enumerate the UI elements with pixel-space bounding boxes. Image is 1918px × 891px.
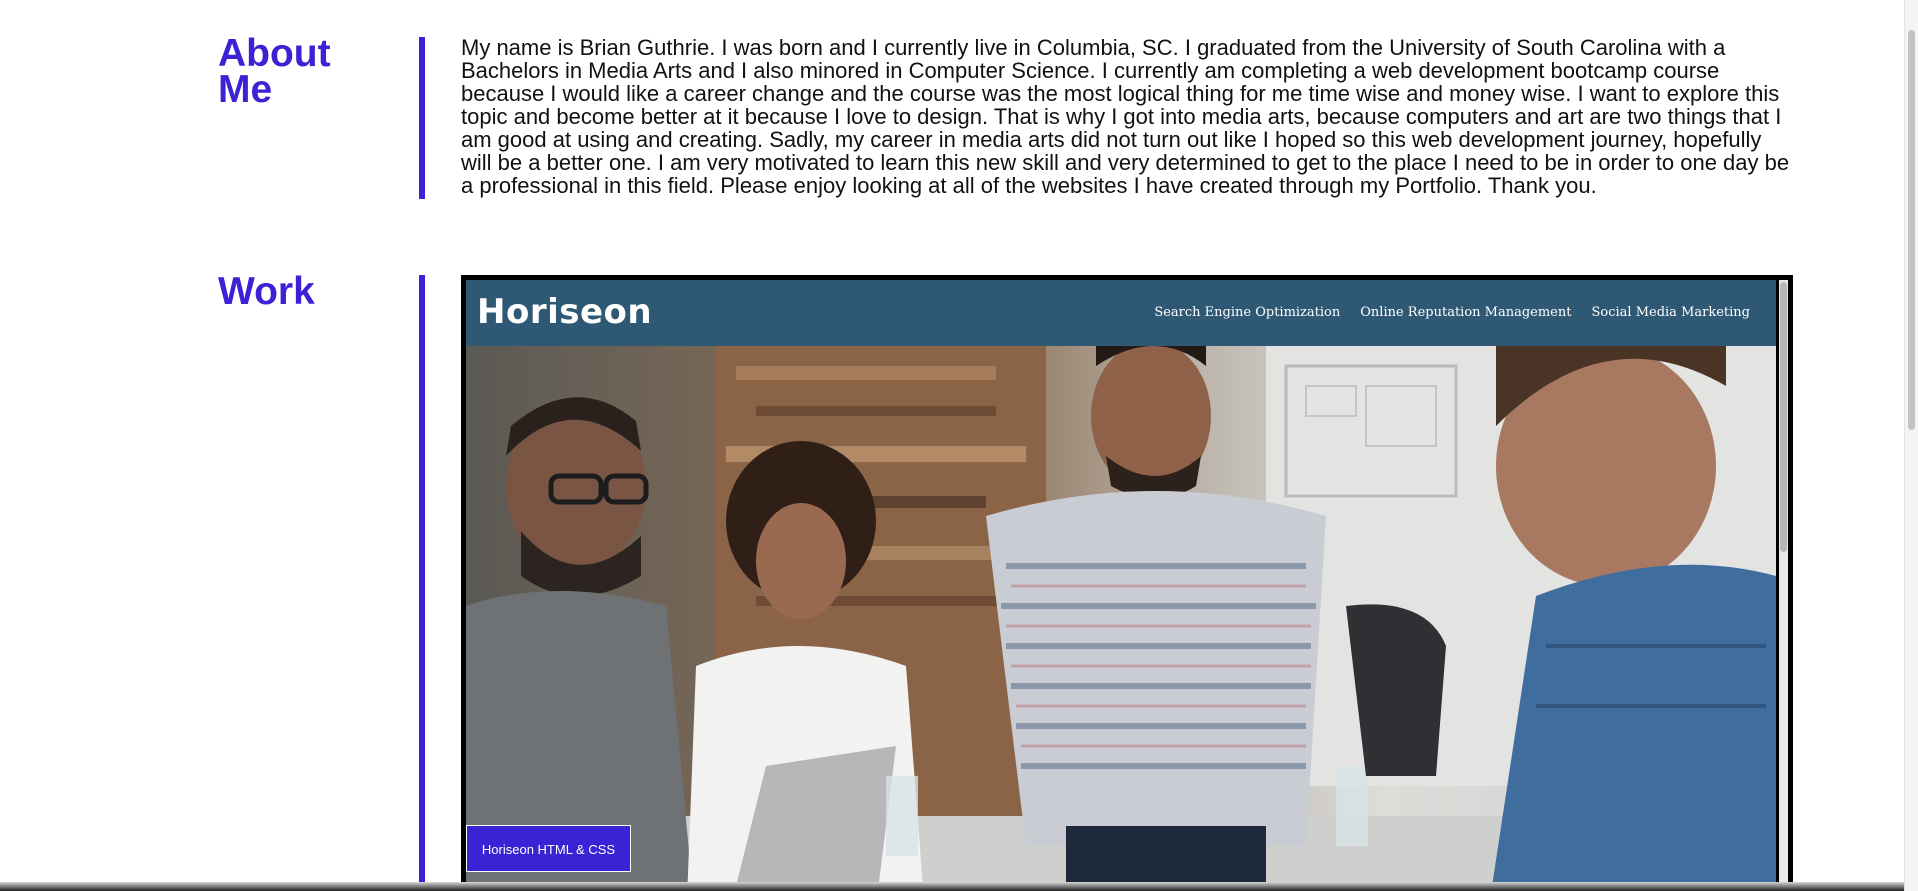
project-nav-item: Online Reputation Management xyxy=(1360,305,1572,320)
portfolio-page: About Me My name is Brian Guthrie. I was… xyxy=(0,0,1918,891)
about-divider xyxy=(419,37,425,199)
project-card-horiseon[interactable]: Horiseon Search Engine Optimization Onli… xyxy=(461,275,1793,891)
page-scrollbar[interactable] xyxy=(1904,0,1918,891)
work-heading: Work xyxy=(218,270,315,313)
project-site-nav: Search Engine Optimization Online Reputa… xyxy=(1154,305,1750,320)
project-site-logo: Horiseon xyxy=(477,292,653,332)
about-text: My name is Brian Guthrie. I was born and… xyxy=(461,35,1790,198)
window-bottom-edge xyxy=(0,882,1904,891)
project-nav-item: Search Engine Optimization xyxy=(1154,305,1341,320)
project-nav-item: Social Media Marketing xyxy=(1591,305,1750,320)
project-scrollbar[interactable] xyxy=(1779,280,1788,891)
page-scrollbar-thumb[interactable] xyxy=(1908,30,1915,430)
project-scrollbar-thumb[interactable] xyxy=(1780,282,1787,552)
team-meeting-photo xyxy=(466,346,1776,891)
about-heading: About Me xyxy=(218,32,331,111)
work-divider xyxy=(419,275,425,891)
project-label-link[interactable]: Horiseon HTML & CSS xyxy=(466,825,631,872)
project-site-header: Horiseon Search Engine Optimization Onli… xyxy=(466,280,1776,346)
project-hero-image xyxy=(466,346,1776,891)
